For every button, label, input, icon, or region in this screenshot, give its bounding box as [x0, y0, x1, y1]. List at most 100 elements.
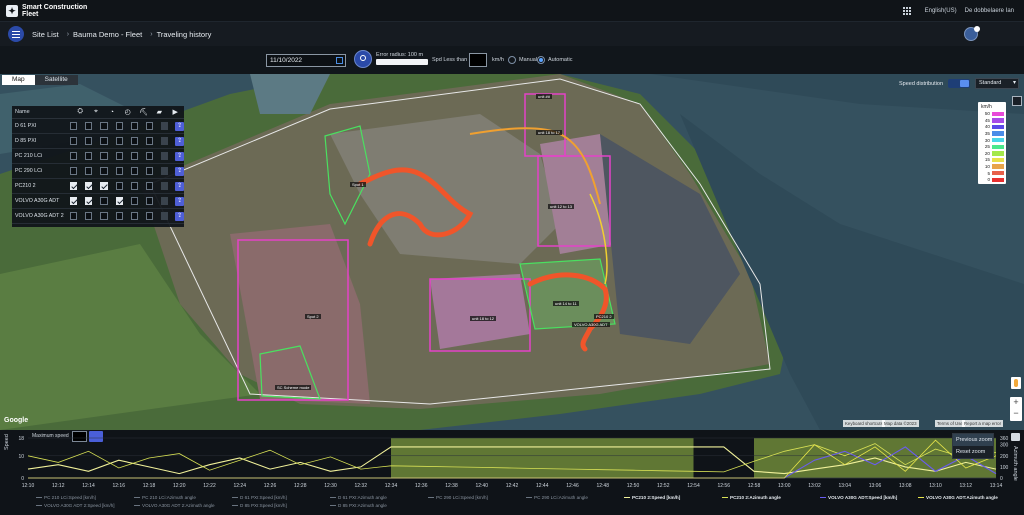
speed-threshold-input[interactable]	[469, 53, 487, 67]
zoom-out-icon[interactable]: −	[1010, 408, 1022, 419]
vehicle-checkbox[interactable]	[100, 212, 108, 220]
vehicle-checkbox[interactable]	[130, 137, 138, 145]
language-selector[interactable]: English(US)	[925, 8, 957, 14]
manual-radio[interactable]	[508, 56, 516, 64]
previous-zoom-item[interactable]: Previous zoom	[953, 434, 993, 446]
chart-menu-icon[interactable]	[1011, 433, 1020, 441]
chart-legend-item[interactable]: D 61 PXI:Speed [km/h]	[232, 495, 287, 500]
speed-chart[interactable]: 0 10 18 0 100 200 300360 12:10 12:12 12:14 12:16 12…	[0, 430, 1024, 500]
breadcrumb-site-list[interactable]: Site List	[32, 30, 59, 39]
fullscreen-icon[interactable]	[1012, 96, 1022, 106]
chart-legend-item[interactable]: PC 290 LCi:Azimuth angle	[526, 495, 588, 500]
vehicle-checkbox[interactable]	[145, 137, 154, 145]
vehicle-checkbox[interactable]	[115, 182, 123, 190]
vehicle-checkbox[interactable]	[130, 167, 138, 175]
user-name[interactable]: De dobbelaere Ian	[965, 8, 1014, 14]
vehicle-checkbox[interactable]	[85, 212, 93, 220]
chart-legend-item[interactable]: PC210 2:Azimuth angle	[722, 495, 781, 500]
vehicle-checkbox[interactable]	[70, 167, 78, 175]
tab-satellite[interactable]: Satellite	[34, 75, 78, 85]
export-icon[interactable]: ⇪	[175, 151, 184, 161]
vehicle-checkbox[interactable]	[115, 122, 123, 130]
vehicle-checkbox[interactable]	[161, 212, 169, 220]
export-icon[interactable]: ⇪	[175, 211, 184, 221]
vehicle-checkbox[interactable]	[85, 122, 93, 130]
chart-legend-item[interactable]: PC 290 LCi:Speed [km/h]	[428, 495, 488, 500]
vehicle-checkbox[interactable]	[130, 122, 138, 130]
reset-zoom-item[interactable]: Reset zoom	[953, 446, 993, 458]
map-footer-terms[interactable]: Terms of Use	[935, 420, 965, 427]
breadcrumb-site[interactable]: Bauma Demo - Fleet	[73, 30, 142, 39]
export-icon[interactable]: ⇪	[175, 196, 184, 206]
vehicle-checkbox[interactable]	[130, 197, 138, 205]
vehicle-checkbox[interactable]	[100, 152, 108, 160]
chart-legend-item[interactable]: VOLVO A30G ADT:Azimuth angle	[918, 495, 998, 500]
vehicle-checkbox[interactable]	[115, 212, 123, 220]
calendar-icon[interactable]	[336, 57, 343, 64]
street-view-icon[interactable]	[1011, 377, 1021, 389]
speed-distribution-toggle[interactable]	[948, 79, 970, 88]
vehicle-checkbox[interactable]	[145, 152, 154, 160]
map-view[interactable]: Map Satellite Spot 1 unit 18 to 17 unit …	[0, 74, 1024, 430]
vehicle-checkbox[interactable]	[161, 197, 169, 205]
vehicle-checkbox[interactable]	[161, 167, 169, 175]
error-radius-icon[interactable]	[354, 50, 372, 68]
date-input[interactable]: 11/10/2022	[266, 54, 346, 67]
menu-icon[interactable]	[8, 26, 24, 42]
vehicle-checkbox[interactable]	[145, 197, 154, 205]
vehicle-checkbox[interactable]	[130, 152, 138, 160]
vehicle-checkbox[interactable]	[70, 212, 78, 220]
vehicle-checkbox[interactable]	[145, 122, 154, 130]
vehicle-checkbox[interactable]	[85, 167, 93, 175]
vehicle-checkbox[interactable]	[115, 137, 123, 145]
vehicle-checkbox[interactable]	[70, 197, 78, 205]
vehicle-checkbox[interactable]	[115, 152, 123, 160]
chart-legend-item[interactable]: VOLVO A30G ADT:Speed [km/h]	[820, 495, 897, 500]
vehicle-checkbox[interactable]	[100, 122, 108, 130]
chart-legend-item[interactable]: D 61 PXI:Azimuth angle	[330, 495, 387, 500]
export-icon[interactable]: ⇪	[175, 136, 184, 146]
chart-legend-item[interactable]: VOLVO A30G ADT 2:Speed [km/h]	[36, 503, 115, 508]
vehicle-checkbox[interactable]	[100, 182, 108, 190]
automatic-radio[interactable]	[537, 56, 545, 64]
vehicle-checkbox[interactable]	[161, 152, 169, 160]
vehicle-checkbox[interactable]	[70, 182, 78, 190]
export-icon[interactable]: ⇪	[175, 181, 184, 191]
vehicle-checkbox[interactable]	[161, 122, 169, 130]
map-footer-shortcuts[interactable]: Keyboard shortcuts	[843, 420, 885, 427]
chart-legend-item[interactable]: PC 210 LCi:Speed [km/h]	[36, 495, 96, 500]
view-select[interactable]: Standard	[975, 78, 1019, 89]
error-radius-slider[interactable]	[376, 59, 428, 65]
vehicle-checkbox[interactable]	[85, 182, 93, 190]
vehicle-checkbox[interactable]	[85, 152, 93, 160]
export-icon[interactable]: ⇪	[175, 166, 184, 176]
brand[interactable]: ✦ Smart Construction Fleet	[6, 4, 92, 18]
chart-legend-item[interactable]: VOLVO A30G ADT 2:Azimuth angle	[134, 503, 215, 508]
vehicle-checkbox[interactable]	[70, 137, 78, 145]
vehicle-checkbox[interactable]	[145, 182, 154, 190]
chart-legend-item[interactable]: PC 210 LCi:Azimuth angle	[134, 495, 196, 500]
zoom-control[interactable]: + −	[1010, 397, 1022, 421]
chart-legend-item[interactable]: D 85 PXI:Azimuth angle	[330, 503, 387, 508]
vehicle-checkbox[interactable]	[161, 182, 169, 190]
vehicle-checkbox[interactable]	[130, 182, 138, 190]
export-icon[interactable]: ⇪	[175, 121, 184, 131]
vehicle-checkbox[interactable]	[145, 167, 154, 175]
tab-map[interactable]: Map	[2, 75, 35, 85]
map-footer-report[interactable]: Report a map error	[962, 420, 1004, 427]
vehicle-checkbox[interactable]	[115, 197, 123, 205]
chart-legend-item[interactable]: PC210 2:Speed [km/h]	[624, 495, 680, 500]
zoom-in-icon[interactable]: +	[1010, 397, 1022, 408]
vehicle-checkbox[interactable]	[70, 152, 78, 160]
app-grid-icon[interactable]	[902, 7, 911, 15]
vehicle-checkbox[interactable]	[161, 137, 169, 145]
vehicle-checkbox[interactable]	[130, 212, 138, 220]
avatar[interactable]	[964, 26, 980, 41]
vehicle-checkbox[interactable]	[85, 197, 93, 205]
vehicle-checkbox[interactable]	[100, 137, 108, 145]
chart-legend-item[interactable]: D 85 PXI:Speed [km/h]	[232, 503, 287, 508]
vehicle-checkbox[interactable]	[70, 122, 78, 130]
vehicle-checkbox[interactable]	[115, 167, 123, 175]
vehicle-checkbox[interactable]	[100, 197, 108, 205]
vehicle-checkbox[interactable]	[100, 167, 108, 175]
